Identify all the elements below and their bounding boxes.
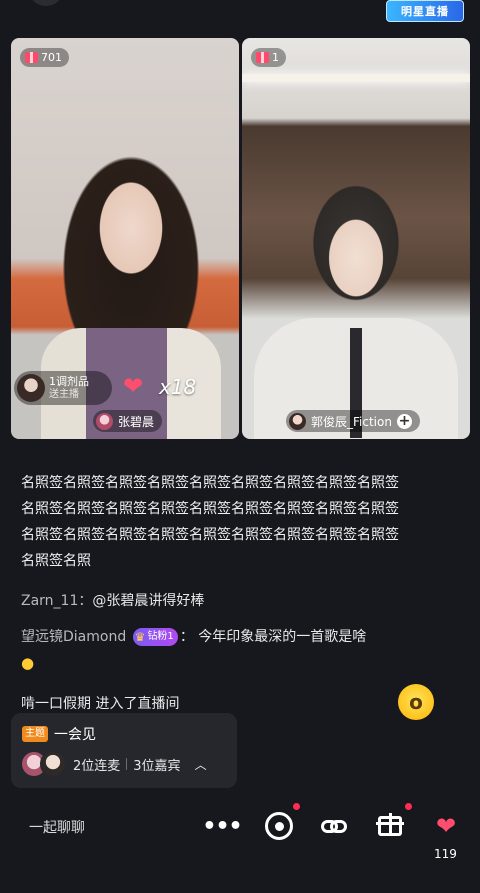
chat-message: 望远镜Diamond ♛ 钻粉1： 今年印象最深的一首歌是啥 ● bbox=[21, 624, 411, 677]
chat-text: @张碧晨讲得好棒 bbox=[92, 593, 205, 609]
chevron-up-icon[interactable]: ︿ bbox=[195, 756, 207, 773]
gift-recipient: 送主播 bbox=[49, 389, 79, 400]
gift-count: 1 bbox=[272, 51, 279, 64]
chat-message: Zarn_11：@张碧晨讲得好棒 bbox=[21, 588, 411, 614]
fan-badge: ♛ 钻粉1 bbox=[132, 628, 178, 646]
topic-tag: 主题 bbox=[22, 726, 48, 742]
gift-icon bbox=[256, 52, 269, 63]
chat-list: 名照签名照签名照签名照签名照签名照签名照签名照签名照签名照签名照签名照签名照签名… bbox=[21, 470, 411, 717]
chat-username[interactable]: Zarn_11： bbox=[21, 593, 92, 609]
mic-count: 2位连麦 bbox=[73, 758, 121, 774]
top-bar: 明星直播 bbox=[0, 0, 480, 30]
gift-name: 1调剂品 bbox=[49, 375, 89, 388]
topic-title: 一会见 bbox=[54, 727, 96, 743]
guest-name-pill[interactable]: 郭俊辰_Fiction + bbox=[286, 410, 420, 432]
gift-icon bbox=[25, 52, 38, 63]
gift-count: 701 bbox=[41, 51, 62, 64]
heart-hand-icon: ❤ bbox=[123, 372, 144, 400]
guest-count: 3位嘉宾 bbox=[133, 758, 181, 774]
gift-notification-card: 1调剂品 送主播 bbox=[14, 371, 112, 405]
star-live-badge[interactable]: 明星直播 bbox=[386, 0, 464, 22]
chat-message: 名照签名照签名照签名照签名照签名照签名照签名照签名照签名照签名照签名照签名照签名… bbox=[21, 470, 411, 574]
guest-name: 郭俊辰_Fiction bbox=[311, 414, 392, 429]
link-icon[interactable] bbox=[318, 810, 350, 842]
chat-text: ： 今年印象最深的一首歌是啥 bbox=[179, 629, 367, 645]
avatar bbox=[40, 751, 66, 777]
notification-dot bbox=[293, 803, 300, 810]
laugh-emoji-icon: ● bbox=[21, 654, 35, 672]
avatar bbox=[289, 412, 306, 430]
avatar bbox=[17, 374, 45, 402]
guest-video-panel[interactable]: 1 郭俊辰_Fiction + bbox=[242, 38, 470, 439]
follow-plus-icon[interactable]: + bbox=[396, 413, 412, 429]
record-icon[interactable] bbox=[263, 810, 295, 842]
topic-card[interactable]: 主题 一会见 2位连麦 3位嘉宾 ︿ bbox=[11, 713, 237, 788]
ceiling-light bbox=[242, 74, 470, 82]
notification-dot bbox=[405, 803, 412, 810]
divider bbox=[126, 758, 128, 770]
heart-hand-icon[interactable]: ❤ bbox=[430, 810, 462, 842]
bottom-toolbar: 一起聊聊 ••• ❤ 119 bbox=[0, 800, 480, 870]
avatar bbox=[96, 412, 113, 430]
gift-count-pill: 1 bbox=[251, 48, 286, 67]
host-name: 张碧晨 bbox=[118, 414, 155, 429]
crown-icon: ♛ bbox=[134, 630, 146, 644]
gift-icon[interactable] bbox=[374, 810, 406, 842]
close-button[interactable] bbox=[28, 0, 64, 6]
host-video-panel[interactable]: 701 1调剂品 送主播 ❤ x18 张碧晨 bbox=[11, 38, 239, 439]
gift-count-pill: 701 bbox=[20, 48, 69, 67]
more-dots-icon[interactable]: ••• bbox=[202, 810, 242, 842]
gift-multiplier: x18 bbox=[159, 375, 197, 399]
fan-badge-label: 钻粉1 bbox=[147, 631, 174, 642]
like-count: 119 bbox=[434, 847, 457, 861]
avatar-stack bbox=[21, 751, 67, 777]
chat-input-button[interactable]: 一起聊聊 bbox=[29, 817, 85, 837]
chat-text: 名照签名照签名照签名照签名照签名照签名照签名照签名照签名照签名照签名照签名照签名… bbox=[21, 475, 399, 569]
host-name-pill[interactable]: 张碧晨 bbox=[93, 410, 163, 432]
chat-text: 啃一口假期 进入了直播间 bbox=[21, 696, 180, 712]
surprised-emoji-icon[interactable]: o bbox=[398, 684, 434, 720]
chat-username[interactable]: 望远镜Diamond bbox=[21, 629, 126, 645]
